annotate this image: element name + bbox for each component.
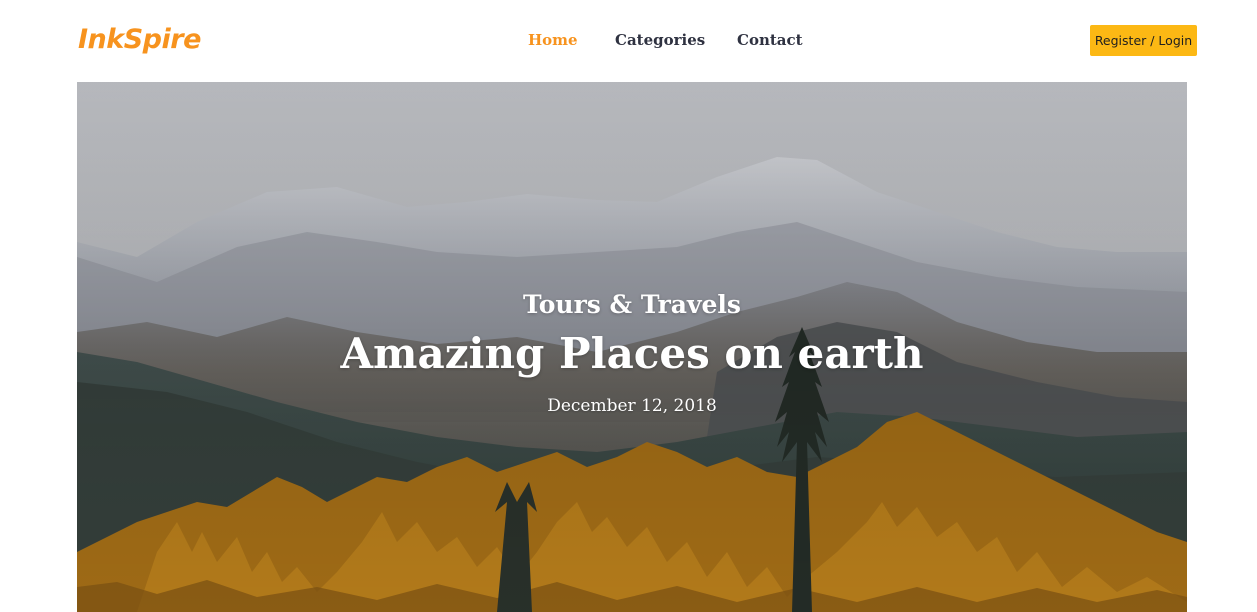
nav-home-link[interactable]: Home bbox=[528, 30, 578, 50]
nav-contact-link[interactable]: Contact bbox=[737, 30, 803, 50]
hero-title[interactable]: Amazing Places on earth bbox=[77, 327, 1187, 381]
hero-banner[interactable]: Tours & Travels Amazing Places on earth … bbox=[77, 82, 1187, 612]
hero-category[interactable]: Tours & Travels bbox=[77, 288, 1187, 322]
site-logo[interactable]: InkSpire bbox=[78, 22, 201, 58]
main-nav: Home Categories Contact bbox=[528, 30, 803, 50]
nav-categories-link[interactable]: Categories bbox=[615, 30, 705, 50]
register-login-button[interactable]: Register / Login bbox=[1090, 25, 1197, 56]
site-header: InkSpire Home Categories Contact Registe… bbox=[0, 0, 1257, 82]
hero-date: December 12, 2018 bbox=[547, 396, 717, 416]
